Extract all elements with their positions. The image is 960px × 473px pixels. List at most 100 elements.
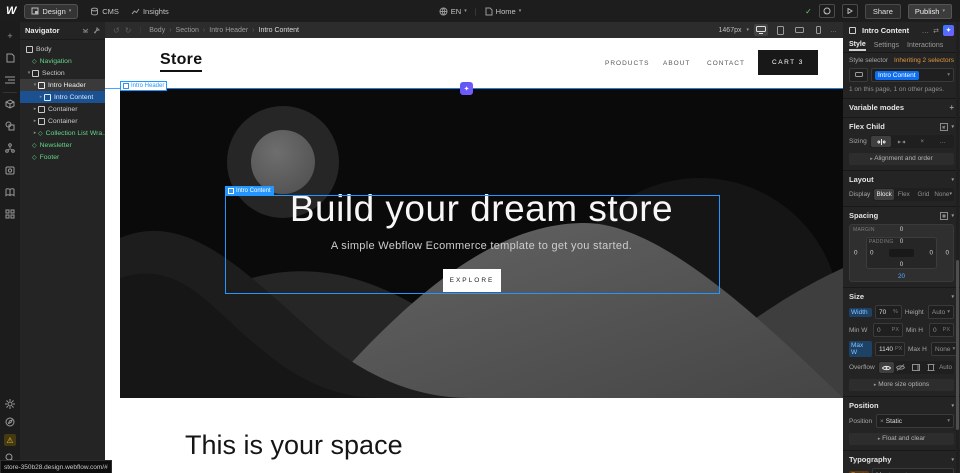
design-mode-button[interactable]: Design ▾	[24, 4, 78, 19]
chevron-down-icon[interactable]: ▾	[951, 403, 954, 409]
margin-bottom-value[interactable]: 20	[898, 273, 905, 280]
tree-item-section[interactable]: ▾ Section	[20, 67, 105, 79]
tree-item-collection-list[interactable]: ▸ ◇Collection List Wra...	[20, 127, 105, 139]
class-pill[interactable]: Intro Content	[875, 71, 919, 80]
locale-switcher[interactable]: EN ▾	[439, 7, 467, 16]
padding-right-value[interactable]: 0	[929, 250, 933, 257]
padding-top-value[interactable]: 0	[900, 238, 904, 245]
swap-component-icon[interactable]: ⇄	[933, 27, 939, 35]
chevron-down-icon[interactable]: ▾	[951, 124, 954, 130]
help-button[interactable]	[4, 416, 16, 428]
chevron-down-icon[interactable]: ▾	[951, 457, 954, 463]
sizing-custom-button[interactable]: …	[932, 136, 953, 147]
float-and-clear-expander[interactable]: ▸ Float and clear	[849, 433, 954, 445]
selected-element-chip[interactable]: Intro Content	[225, 186, 274, 195]
webflow-logo[interactable]: W	[6, 5, 16, 17]
tree-item-navigation[interactable]: ◇Navigation	[20, 55, 105, 67]
height-input[interactable]: Auto▾	[928, 305, 954, 319]
scrollbar-thumb[interactable]	[956, 260, 959, 430]
cms-button[interactable]: CMS	[90, 7, 119, 16]
add-variable-mode-button[interactable]: +	[949, 103, 954, 112]
panel-scrollbar[interactable]	[956, 22, 959, 473]
collapse-icon[interactable]	[82, 27, 89, 34]
font-select[interactable]: Montserrat ▾	[872, 468, 954, 473]
chevron-down-icon[interactable]: ▾	[951, 213, 954, 219]
apps-button[interactable]	[4, 208, 16, 220]
audit-warning-button[interactable]: ⚠	[4, 434, 16, 446]
overflow-scroll-button[interactable]	[908, 362, 923, 373]
breadcrumb-item[interactable]: Intro Header	[209, 27, 248, 34]
alignment-and-order-expander[interactable]: ▸ Alignment and order	[849, 153, 954, 165]
overflow-hidden-button[interactable]	[894, 362, 909, 373]
min-height-input[interactable]: 0PX	[929, 323, 954, 337]
section-label-chip[interactable]: Intro Header	[120, 81, 167, 91]
padding-bottom-value[interactable]: 0	[900, 261, 904, 268]
tree-item-container[interactable]: ▸ Container	[20, 115, 105, 127]
site-nav-contact[interactable]: CONTACT	[707, 60, 745, 67]
tab-settings[interactable]: Settings	[874, 42, 899, 49]
ecommerce-button[interactable]	[4, 164, 16, 176]
site-logo[interactable]: Store	[160, 51, 202, 72]
assets-button[interactable]	[4, 120, 16, 132]
libraries-button[interactable]	[4, 186, 16, 198]
tab-interactions[interactable]: Interactions	[907, 42, 943, 49]
display-block-button[interactable]: Block	[874, 189, 894, 200]
publish-button[interactable]: Publish ▾	[908, 4, 952, 19]
breakpoint-phone-button[interactable]	[811, 24, 825, 36]
pin-icon[interactable]	[93, 27, 100, 34]
breakpoint-indicator-button[interactable]	[849, 68, 868, 82]
ai-assistant-button[interactable]: ✦	[943, 25, 954, 36]
site-nav-products[interactable]: PRODUCTS	[605, 60, 649, 67]
inheriting-label[interactable]: Inheriting 2 selectors	[894, 57, 954, 64]
undo-icon[interactable]: ↺	[113, 26, 120, 35]
pages-button[interactable]	[4, 52, 16, 64]
display-flex-button[interactable]: Flex	[894, 189, 914, 200]
navigator-button[interactable]	[4, 74, 16, 86]
insights-button[interactable]: Insights	[131, 7, 169, 16]
components-button[interactable]	[4, 98, 16, 110]
padding-left-value[interactable]: 0	[870, 250, 874, 257]
tree-item-newsletter[interactable]: ◇Newsletter	[20, 139, 105, 151]
page-switcher[interactable]: Home ▾	[485, 7, 522, 16]
variables-button[interactable]	[4, 142, 16, 154]
add-element-button[interactable]: +	[4, 30, 16, 42]
class-selector-input[interactable]: Intro Content ▾	[871, 68, 954, 82]
site-cart-button[interactable]: CART 3	[758, 50, 818, 75]
breadcrumb-item[interactable]: Section	[176, 27, 199, 34]
margin-right-value[interactable]: 0	[945, 250, 949, 257]
settings-button[interactable]	[4, 398, 16, 410]
chevron-down-icon[interactable]: ▾	[951, 177, 954, 183]
site-nav-about[interactable]: ABOUT	[663, 60, 690, 67]
overflow-auto-button[interactable]: Auto	[938, 362, 953, 373]
breakpoint-tablet-button[interactable]	[773, 24, 787, 36]
preview-button[interactable]	[842, 4, 858, 18]
redo-icon[interactable]: ↻	[125, 26, 132, 35]
share-button[interactable]: Share	[865, 4, 901, 19]
design-canvas[interactable]: Store PRODUCTS ABOUT CONTACT CART 3 Buil…	[105, 38, 843, 473]
breakpoint-phone-landscape-button[interactable]	[792, 24, 806, 36]
max-width-input[interactable]: 1140PX	[875, 342, 905, 356]
tree-item-container[interactable]: ▸ Container	[20, 103, 105, 115]
display-none-button[interactable]: None▾	[933, 189, 953, 200]
display-grid-button[interactable]: Grid	[914, 189, 934, 200]
canvas-width-value[interactable]: 1467px	[719, 27, 742, 34]
overflow-visible-button[interactable]	[879, 362, 894, 373]
tab-style[interactable]: Style	[849, 41, 866, 51]
breadcrumb-item[interactable]: Body	[149, 27, 165, 34]
tree-item-intro-content[interactable]: ▸ Intro Content	[20, 91, 105, 103]
sizing-shrink-button[interactable]	[871, 136, 892, 147]
more-breakpoints-button[interactable]: …	[830, 27, 837, 34]
tree-item-intro-header[interactable]: ▾ Intro Header	[20, 79, 105, 91]
margin-left-value[interactable]: 0	[854, 250, 858, 257]
position-select[interactable]: × Static ▾	[876, 414, 954, 428]
overflow-clip-button[interactable]	[923, 362, 938, 373]
sizing-grow-button[interactable]	[891, 136, 912, 147]
section-heading[interactable]: This is your space	[185, 430, 403, 461]
breakpoint-desktop-button[interactable]	[754, 24, 768, 36]
element-menu-button[interactable]: …	[922, 26, 930, 35]
tree-item-footer[interactable]: ◇Footer	[20, 151, 105, 163]
chevron-down-icon[interactable]: ▾	[951, 294, 954, 300]
margin-top-value[interactable]: 0	[900, 226, 904, 233]
tree-item-body[interactable]: Body	[20, 43, 105, 55]
element-handle[interactable]: ✦	[460, 82, 473, 95]
